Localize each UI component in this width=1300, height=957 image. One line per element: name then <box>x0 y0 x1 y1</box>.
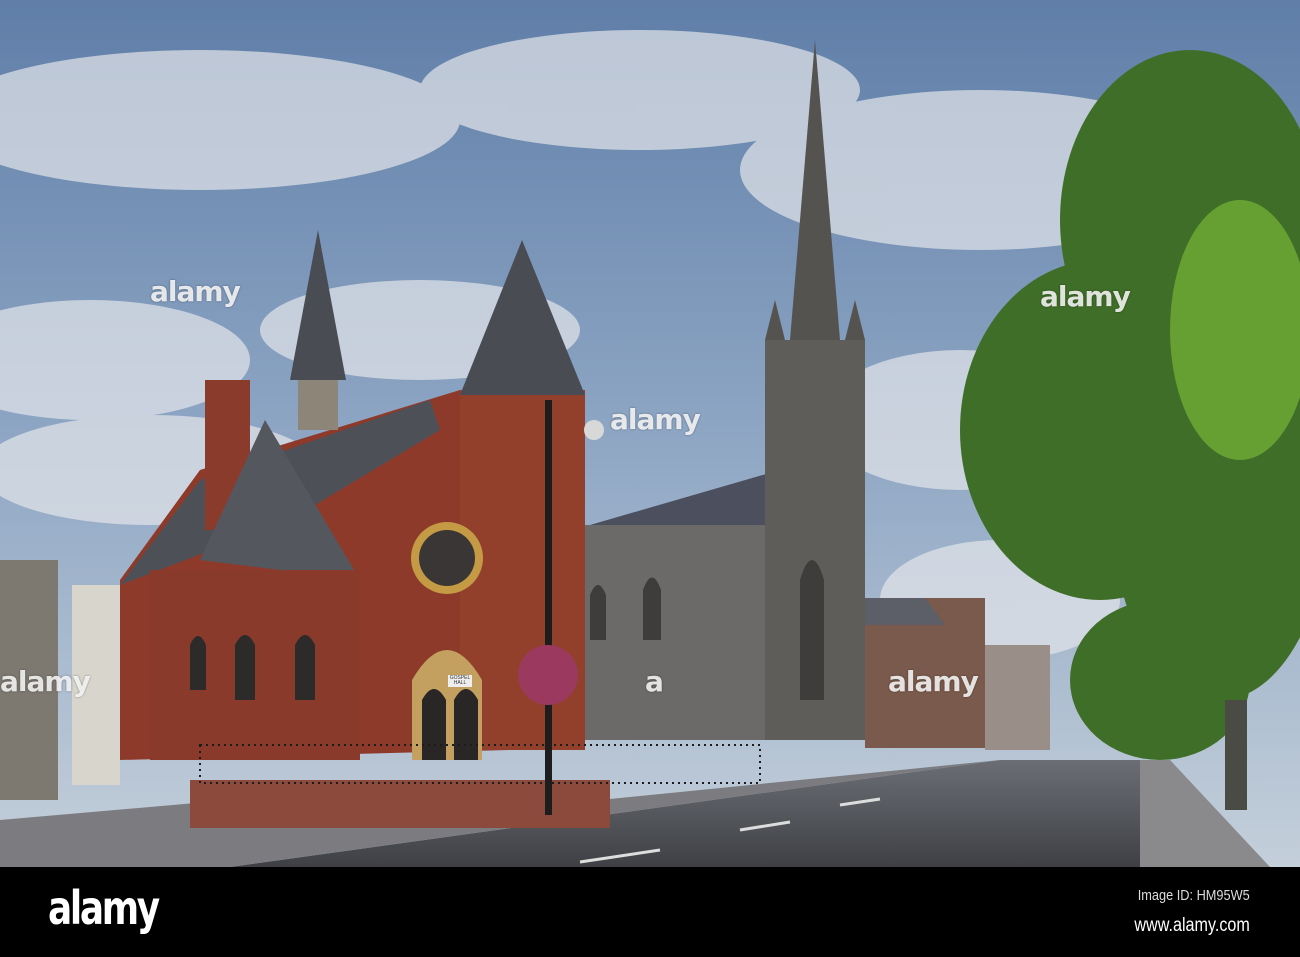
hanging-basket <box>518 645 578 705</box>
watermark: alamy <box>888 665 979 698</box>
watermark: a <box>645 665 664 698</box>
website-link[interactable]: www.alamy.com <box>1135 915 1250 937</box>
image-id: Image ID: HM95W5 <box>1138 887 1250 904</box>
alamy-logo: alamy <box>48 881 160 935</box>
footer-bar: alamy Image ID: HM95W5 www.alamy.com <box>0 867 1300 957</box>
watermark: alamy <box>150 275 241 308</box>
watermark: alamy <box>1040 280 1131 313</box>
stock-photo: GOSPEL HALL alamy alamy alamy alamy a al… <box>0 0 1300 957</box>
lamp-post <box>545 400 552 815</box>
watermark: alamy <box>0 665 91 698</box>
gospel-hall-sign: GOSPEL HALL <box>448 675 472 687</box>
watermark: alamy <box>610 403 701 436</box>
